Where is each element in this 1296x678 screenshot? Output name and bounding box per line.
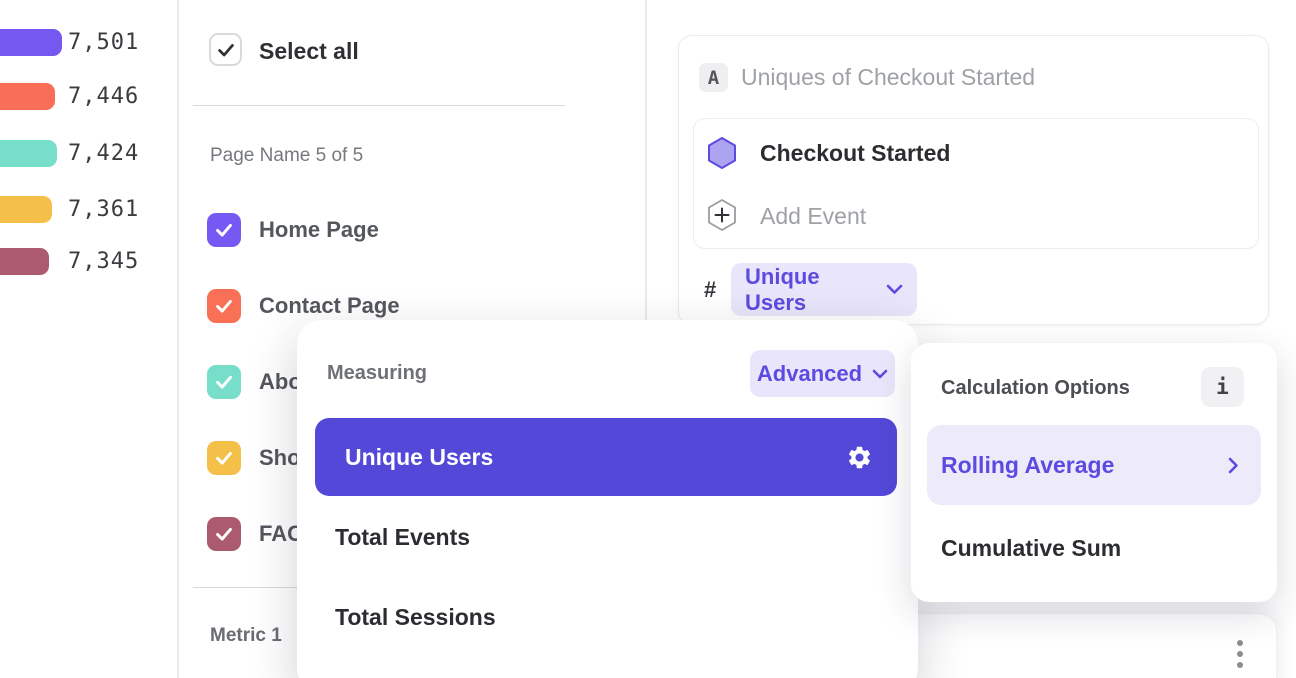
checkbox-home-page[interactable]	[207, 213, 241, 247]
checkmark-icon	[213, 295, 235, 317]
metric-label: Metric 1	[210, 625, 282, 647]
menu-option-label: Unique Users	[345, 444, 493, 471]
calculation-options-menu: Calculation Options i Rolling Average Cu…	[911, 343, 1277, 602]
menu-option-total-events[interactable]: Total Events	[335, 522, 470, 552]
measuring-menu-title: Measuring	[327, 362, 427, 385]
bar-value-label: 7,345	[68, 248, 139, 275]
event-hexagon-icon	[707, 136, 737, 170]
filter-item-label[interactable]: Sho	[259, 441, 301, 475]
chevron-down-icon	[886, 284, 903, 295]
bar-value-label: 7,361	[68, 196, 139, 223]
gear-icon[interactable]	[846, 444, 873, 471]
menu-option-label: Rolling Average	[941, 452, 1114, 479]
panel-divider-left	[177, 0, 179, 678]
add-event-label[interactable]: Add Event	[760, 201, 866, 231]
bar	[0, 196, 52, 223]
analytics-screen: 7,501 7,446 7,424 7,361 7,345 Select all…	[0, 0, 1296, 678]
checkmark-icon	[213, 219, 235, 241]
measurement-symbol: #	[704, 276, 716, 304]
bar	[0, 83, 55, 110]
bar-value-label: 7,501	[68, 29, 139, 56]
menu-option-cumulative-sum[interactable]: Cumulative Sum	[941, 533, 1121, 563]
checkbox-about-page[interactable]	[207, 365, 241, 399]
info-icon[interactable]: i	[1201, 367, 1244, 407]
measurement-dropdown[interactable]: Unique Users	[731, 263, 917, 316]
advanced-mode-label: Advanced	[757, 361, 862, 387]
checkbox-shop-page[interactable]	[207, 441, 241, 475]
advanced-mode-dropdown[interactable]: Advanced	[750, 350, 895, 397]
add-event-icon[interactable]	[707, 198, 737, 232]
chevron-right-icon	[1228, 457, 1239, 474]
checkbox-contact-page[interactable]	[207, 289, 241, 323]
series-letter-badge: A	[699, 63, 728, 92]
bar-value-label: 7,424	[68, 140, 139, 167]
filter-item-label[interactable]: Contact Page	[259, 289, 400, 323]
bar-value-label: 7,446	[68, 83, 139, 110]
menu-option-unique-users[interactable]: Unique Users	[315, 418, 897, 496]
menu-option-rolling-average[interactable]: Rolling Average	[927, 425, 1261, 505]
checkbox-faq-page[interactable]	[207, 517, 241, 551]
bar	[0, 29, 62, 56]
checkmark-icon	[215, 39, 237, 61]
checkmark-icon	[213, 523, 235, 545]
menu-option-total-sessions[interactable]: Total Sessions	[335, 602, 496, 632]
chevron-down-icon	[872, 369, 888, 379]
bar	[0, 248, 49, 275]
section-divider	[193, 105, 565, 106]
filter-item-label[interactable]: Home Page	[259, 213, 379, 247]
select-all-checkbox[interactable]	[209, 33, 242, 66]
measurement-dropdown-value: Unique Users	[745, 264, 886, 316]
event-name[interactable]: Checkout Started	[760, 138, 950, 168]
measuring-menu: Measuring Advanced Unique Users Total Ev…	[297, 320, 918, 678]
select-all-label: Select all	[259, 38, 359, 65]
bar	[0, 140, 57, 167]
filter-group-label: Page Name 5 of 5	[210, 145, 363, 167]
kebab-menu-icon[interactable]	[1235, 638, 1245, 670]
checkmark-icon	[213, 371, 235, 393]
filter-item-label[interactable]: Abo	[259, 365, 302, 399]
event-card: Checkout Started Add Event	[693, 118, 1259, 249]
calculation-options-title: Calculation Options	[941, 375, 1130, 401]
series-title-input[interactable]: Uniques of Checkout Started	[741, 63, 1035, 92]
checkmark-icon	[213, 447, 235, 469]
query-builder-card: A Uniques of Checkout Started Checkout S…	[678, 35, 1269, 325]
